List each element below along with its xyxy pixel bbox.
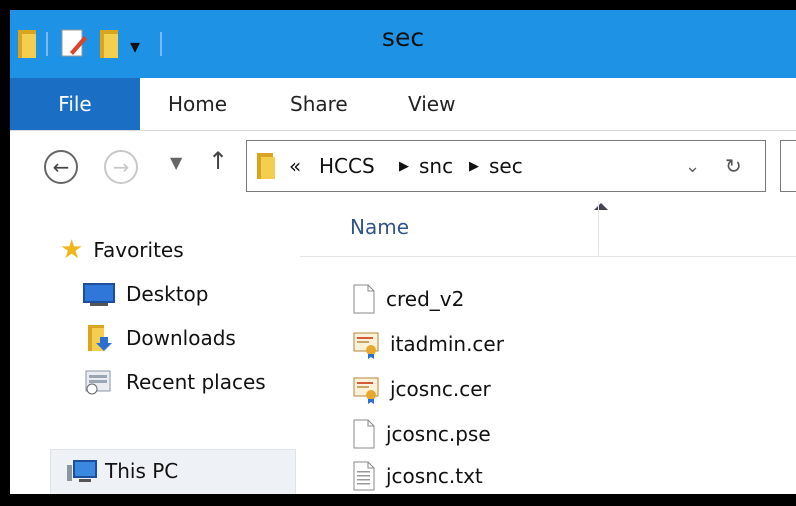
address-bar[interactable]: « HCCS ▶ snc ▶ sec ⌄ ↻ xyxy=(246,140,766,192)
explorer-window: ▾ sec File Home Share View ← → ▼ ↑ « HCC… xyxy=(10,10,796,494)
refresh-icon[interactable]: ↻ xyxy=(725,141,742,191)
certificate-icon xyxy=(353,332,379,359)
back-arrow-icon: ← xyxy=(52,155,70,179)
nav-item-downloads[interactable]: Downloads xyxy=(82,323,236,353)
file-name: cred_v2 xyxy=(386,287,465,311)
nav-item-label: Desktop xyxy=(126,282,209,306)
file-name: jcosnc.cer xyxy=(390,377,491,401)
file-row[interactable]: jcosnc.cer xyxy=(352,369,491,409)
forward-button[interactable]: → xyxy=(104,150,138,184)
blank-file-icon xyxy=(353,284,375,314)
this-pc-row: This PC xyxy=(65,457,178,485)
computer-icon xyxy=(67,460,97,482)
file-name: itadmin.cer xyxy=(390,332,504,356)
tab-share[interactable]: Share xyxy=(290,78,348,130)
breadcrumb-sec[interactable]: sec xyxy=(489,141,523,191)
file-name: jcosnc.pse xyxy=(386,422,491,446)
file-list: Name cred_v2 itadmin.cer jcosnc.cer jcos… xyxy=(300,201,796,494)
tab-file[interactable]: File xyxy=(10,78,140,130)
nav-item-this-pc[interactable]: This PC xyxy=(50,449,296,494)
nav-item-label: Downloads xyxy=(126,326,236,350)
favorites-group[interactable]: ★ Favorites xyxy=(60,237,184,263)
breadcrumb-hccs[interactable]: HCCS xyxy=(319,141,375,191)
file-row[interactable]: jcosnc.pse xyxy=(352,414,491,454)
recent-places-icon xyxy=(85,370,111,395)
file-row[interactable]: itadmin.cer xyxy=(352,324,504,364)
tab-view[interactable]: View xyxy=(408,78,455,130)
up-button[interactable]: ↑ xyxy=(208,147,228,175)
blank-file-icon xyxy=(353,419,375,449)
folder-icon xyxy=(257,153,275,179)
back-button[interactable]: ← xyxy=(44,150,78,184)
desktop-icon xyxy=(83,283,115,306)
window-title: sec xyxy=(381,23,425,52)
nav-item-recent-places[interactable]: Recent places xyxy=(82,367,266,397)
ribbon-tabs: File Home Share View xyxy=(10,78,796,131)
recent-locations-chevron-icon[interactable]: ▼ xyxy=(170,153,182,172)
downloads-icon xyxy=(88,325,112,351)
column-header-name[interactable]: Name xyxy=(350,215,409,239)
forward-arrow-icon: → xyxy=(112,155,130,179)
file-row[interactable]: jcosnc.txt xyxy=(352,456,483,494)
certificate-icon xyxy=(353,377,379,404)
nav-item-label: This PC xyxy=(105,459,179,483)
column-header: Name xyxy=(300,201,796,257)
column-divider[interactable] xyxy=(598,201,599,255)
breadcrumb-overflow[interactable]: « xyxy=(289,141,301,191)
title-bar: ▾ sec xyxy=(10,10,796,78)
breadcrumb-separator-icon[interactable]: ▶ xyxy=(399,141,409,191)
text-file-icon xyxy=(353,461,375,491)
nav-item-label: Recent places xyxy=(126,370,266,394)
navigation-pane: ★ Favorites Desktop Downloads Recent pla… xyxy=(10,201,300,494)
address-dropdown-icon[interactable]: ⌄ xyxy=(685,141,700,191)
file-row[interactable]: cred_v2 xyxy=(352,279,464,319)
star-icon: ★ xyxy=(60,235,84,265)
sort-ascending-icon xyxy=(594,203,608,210)
navigation-bar: ← → ▼ ↑ « HCCS ▶ snc ▶ sec ⌄ ↻ xyxy=(10,131,796,201)
file-name: jcosnc.txt xyxy=(386,464,483,488)
nav-item-desktop[interactable]: Desktop xyxy=(82,281,208,307)
search-input[interactable] xyxy=(780,140,796,192)
breadcrumb-snc[interactable]: snc xyxy=(419,141,453,191)
breadcrumb-separator-icon[interactable]: ▶ xyxy=(469,141,479,191)
favorites-label: Favorites xyxy=(93,238,184,262)
tab-home[interactable]: Home xyxy=(168,78,227,130)
